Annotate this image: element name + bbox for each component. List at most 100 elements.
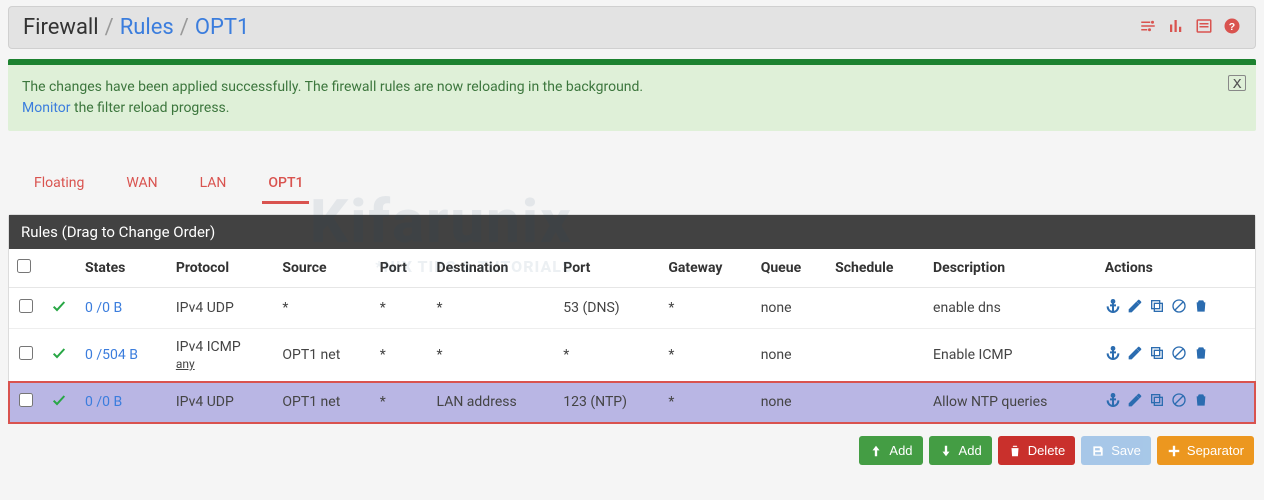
row-checkbox[interactable]	[19, 299, 33, 313]
breadcrumb-rules[interactable]: Rules	[120, 15, 174, 40]
col-queue: Queue	[753, 249, 827, 288]
svg-text:?: ?	[1229, 20, 1235, 32]
col-source: Source	[274, 249, 371, 288]
col-states: States	[77, 249, 168, 288]
tab-bar: Floating WAN LAN OPT1	[8, 151, 1256, 204]
save-label: Save	[1111, 443, 1141, 458]
cell-sport: *	[372, 382, 429, 423]
cell-gateway: *	[660, 329, 752, 382]
trash-icon[interactable]	[1193, 298, 1209, 318]
col-checkbox	[9, 249, 43, 288]
breadcrumb-opt1[interactable]: OPT1	[195, 15, 250, 40]
col-dest: Destination	[429, 249, 556, 288]
success-alert: x The changes have been applied successf…	[8, 65, 1256, 131]
delete-button[interactable]: Delete	[998, 436, 1076, 465]
copy-icon[interactable]	[1149, 345, 1165, 365]
cell-queue: none	[753, 329, 827, 382]
cell-states[interactable]: 0 /0 B	[77, 288, 168, 329]
close-icon[interactable]: x	[1228, 75, 1246, 91]
disable-icon[interactable]	[1171, 298, 1187, 318]
cell-protocol: IPv4 ICMPany	[168, 329, 275, 382]
col-actions: Actions	[1097, 249, 1255, 288]
copy-icon[interactable]	[1149, 392, 1165, 412]
col-sport: Port	[372, 249, 429, 288]
alert-text: The changes have been applied successful…	[22, 79, 643, 95]
cell-protocol: IPv4 UDP	[168, 288, 275, 329]
cell-dest: *	[429, 288, 556, 329]
anchor-icon[interactable]	[1105, 345, 1121, 365]
trash-icon[interactable]	[1193, 345, 1209, 365]
table-row[interactable]: 0 /504 B IPv4 ICMPany OPT1 net * * * * n…	[9, 329, 1255, 382]
row-checkbox[interactable]	[19, 346, 33, 360]
row-actions	[1105, 392, 1247, 412]
cell-dest: LAN address	[429, 382, 556, 423]
cell-sport: *	[372, 329, 429, 382]
delete-label: Delete	[1028, 443, 1066, 458]
cell-queue: none	[753, 382, 827, 423]
cell-source: *	[274, 288, 371, 329]
settings-sliders-icon[interactable]	[1139, 17, 1157, 39]
anchor-icon[interactable]	[1105, 298, 1121, 318]
col-status	[43, 249, 77, 288]
tab-lan[interactable]: LAN	[194, 169, 233, 204]
tab-floating[interactable]: Floating	[28, 169, 90, 204]
disable-icon[interactable]	[1171, 392, 1187, 412]
header-toolbar: ?	[1139, 17, 1241, 39]
alert-container: x The changes have been applied successf…	[8, 59, 1256, 131]
col-protocol: Protocol	[168, 249, 275, 288]
cell-description: Enable ICMP	[925, 329, 1097, 382]
row-checkbox[interactable]	[19, 393, 33, 407]
cell-queue: none	[753, 288, 827, 329]
rules-table: States Protocol Source Port Destination …	[9, 249, 1255, 423]
alert-text-2: the filter reload progress.	[71, 100, 230, 116]
bar-chart-icon[interactable]	[1167, 17, 1185, 39]
cell-protocol: IPv4 UDP	[168, 382, 275, 423]
tab-opt1[interactable]: OPT1	[262, 169, 309, 204]
disable-icon[interactable]	[1171, 345, 1187, 365]
cell-states[interactable]: 0 /0 B	[77, 382, 168, 423]
tab-wan[interactable]: WAN	[120, 169, 163, 204]
page-header: Firewall / Rules / OPT1 ?	[8, 6, 1256, 49]
protocol-subtype: any	[176, 357, 267, 371]
cell-schedule	[827, 382, 925, 423]
select-all-checkbox[interactable]	[17, 259, 31, 273]
alert-monitor-link[interactable]: Monitor	[22, 100, 71, 116]
pass-check-icon	[51, 349, 67, 365]
trash-icon[interactable]	[1193, 392, 1209, 412]
col-gateway: Gateway	[660, 249, 752, 288]
save-button[interactable]: Save	[1081, 436, 1151, 465]
add-top-button[interactable]: Add	[859, 436, 922, 465]
copy-icon[interactable]	[1149, 298, 1165, 318]
table-row[interactable]: 0 /0 B IPv4 UDP OPT1 net * LAN address 1…	[9, 382, 1255, 423]
edit-pencil-icon[interactable]	[1127, 298, 1143, 318]
separator-button[interactable]: Separator	[1157, 436, 1254, 465]
separator-label: Separator	[1187, 443, 1244, 458]
add-top-label: Add	[889, 443, 912, 458]
log-icon[interactable]	[1195, 17, 1213, 39]
breadcrumb-sep: /	[180, 15, 189, 40]
edit-pencil-icon[interactable]	[1127, 345, 1143, 365]
row-actions	[1105, 345, 1247, 365]
cell-gateway: *	[660, 382, 752, 423]
edit-pencil-icon[interactable]	[1127, 392, 1143, 412]
cell-dport: 123 (NTP)	[555, 382, 660, 423]
table-row[interactable]: 0 /0 B IPv4 UDP * * * 53 (DNS) * none en…	[9, 288, 1255, 329]
footer-buttons: Add Add Delete Save Separator	[0, 424, 1264, 475]
table-header-row: States Protocol Source Port Destination …	[9, 249, 1255, 288]
add-bottom-label: Add	[959, 443, 982, 458]
cell-source: OPT1 net	[274, 382, 371, 423]
cell-states[interactable]: 0 /504 B	[77, 329, 168, 382]
help-icon[interactable]: ?	[1223, 17, 1241, 39]
breadcrumb-root: Firewall	[23, 15, 99, 40]
breadcrumb-sep: /	[105, 15, 114, 40]
cell-dport: *	[555, 329, 660, 382]
breadcrumb: Firewall / Rules / OPT1	[23, 15, 249, 40]
add-bottom-button[interactable]: Add	[929, 436, 992, 465]
cell-schedule	[827, 288, 925, 329]
row-actions	[1105, 298, 1247, 318]
pass-check-icon	[51, 302, 67, 318]
anchor-icon[interactable]	[1105, 392, 1121, 412]
cell-dest: *	[429, 329, 556, 382]
pass-check-icon	[51, 396, 67, 412]
rules-panel: Rules (Drag to Change Order) States Prot…	[8, 214, 1256, 424]
